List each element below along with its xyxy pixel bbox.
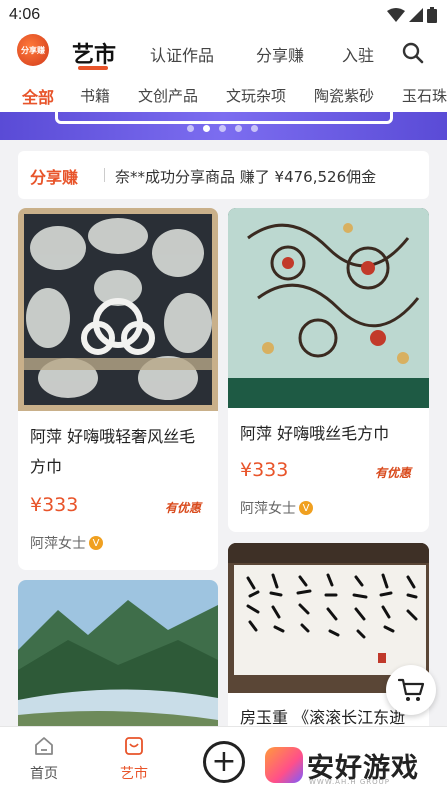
status-icons [387, 7, 437, 23]
verified-icon: V [89, 536, 103, 550]
divider [104, 168, 105, 182]
banner-dot [187, 125, 194, 132]
app-logo[interactable]: 分享赚 [17, 34, 49, 66]
tab-join[interactable]: 入驻 [342, 42, 374, 66]
search-icon[interactable] [402, 42, 424, 64]
seller-name: 阿萍女士 [30, 536, 86, 552]
product-price: ¥333 [240, 459, 289, 481]
share-earn-tag: 分享赚 [30, 168, 79, 187]
publish-button[interactable]: + [203, 741, 245, 783]
discount-badge: 有优惠 [375, 466, 412, 480]
product-card[interactable]: 阿萍 好嗨哦丝毛方巾 ¥333 有优惠 阿萍女士 V [228, 208, 429, 532]
verified-icon: V [299, 501, 313, 515]
banner-dot [251, 125, 258, 132]
top-header: 分享赚 艺市 认证作品 分享赚 入驻 [0, 30, 447, 78]
product-image-silk-scarf-paisley [228, 208, 429, 408]
category-all[interactable]: 全部 [22, 84, 54, 108]
category-bar: 全部 书籍 文创产品 文玩杂项 陶瓷紫砂 玉石珠宝 [0, 78, 447, 112]
product-card[interactable] [18, 580, 218, 740]
tab-yishi[interactable]: 艺市 [72, 37, 116, 69]
banner-dot-active [203, 125, 210, 132]
tab-share-earn[interactable]: 分享赚 [256, 42, 304, 66]
product-image-silk-scarf-floral [18, 208, 218, 411]
product-image-landscape-painting [18, 580, 218, 740]
tab-active-indicator [78, 66, 108, 70]
category-cultural-products[interactable]: 文创产品 [138, 85, 198, 106]
share-earn-message: 奈**成功分享商品 赚了 ¥476,526佣金 [115, 168, 377, 186]
battery-icon [427, 7, 437, 23]
tab-home-label: 首页 [30, 766, 58, 782]
product-price: ¥333 [30, 494, 79, 516]
banner-dot [219, 125, 226, 132]
tab-home[interactable]: 首页 [14, 735, 74, 783]
wifi-icon [387, 8, 405, 22]
category-books[interactable]: 书籍 [80, 85, 110, 106]
banner-pagination [187, 125, 258, 132]
banner-frame [55, 112, 393, 124]
status-bar: 4:06 [0, 0, 447, 30]
status-time: 4:06 [9, 6, 41, 23]
signal-icon [409, 8, 423, 22]
watermark-subtext: WWW.AH.H GROUP [309, 778, 390, 786]
seller-info[interactable]: 阿萍女士 V [240, 498, 313, 518]
product-title-line2: 方巾 [30, 457, 63, 476]
market-icon [125, 737, 143, 755]
category-jade[interactable]: 玉石珠宝 [402, 85, 447, 106]
cart-button[interactable] [386, 665, 436, 715]
seller-name: 阿萍女士 [240, 501, 296, 517]
category-ceramics[interactable]: 陶瓷紫砂 [314, 85, 374, 106]
cart-icon [398, 678, 424, 701]
category-antiques[interactable]: 文玩杂项 [226, 85, 286, 106]
discount-badge: 有优惠 [165, 501, 202, 515]
share-earn-ticker[interactable]: 分享赚 奈**成功分享商品 赚了 ¥476,526佣金 [18, 151, 429, 199]
banner-dot [235, 125, 242, 132]
seller-info[interactable]: 阿萍女士 V [30, 533, 103, 553]
tab-market-label: 艺市 [120, 766, 148, 782]
watermark: 安好游戏 WWW.AH.H GROUP [263, 743, 438, 789]
logo-text: 分享赚 [21, 45, 45, 55]
home-icon [35, 737, 53, 755]
product-title: 阿萍 好嗨哦轻奢风丝毛 [30, 427, 196, 446]
tab-certified-works[interactable]: 认证作品 [150, 42, 214, 66]
plus-icon: + [211, 744, 237, 779]
watermark-logo-icon [265, 747, 303, 783]
tab-market[interactable]: 艺市 [104, 735, 164, 783]
product-card[interactable]: 阿萍 好嗨哦轻奢风丝毛 方巾 ¥333 有优惠 阿萍女士 V [18, 208, 218, 570]
product-title: 阿萍 好嗨哦丝毛方巾 [240, 424, 390, 443]
